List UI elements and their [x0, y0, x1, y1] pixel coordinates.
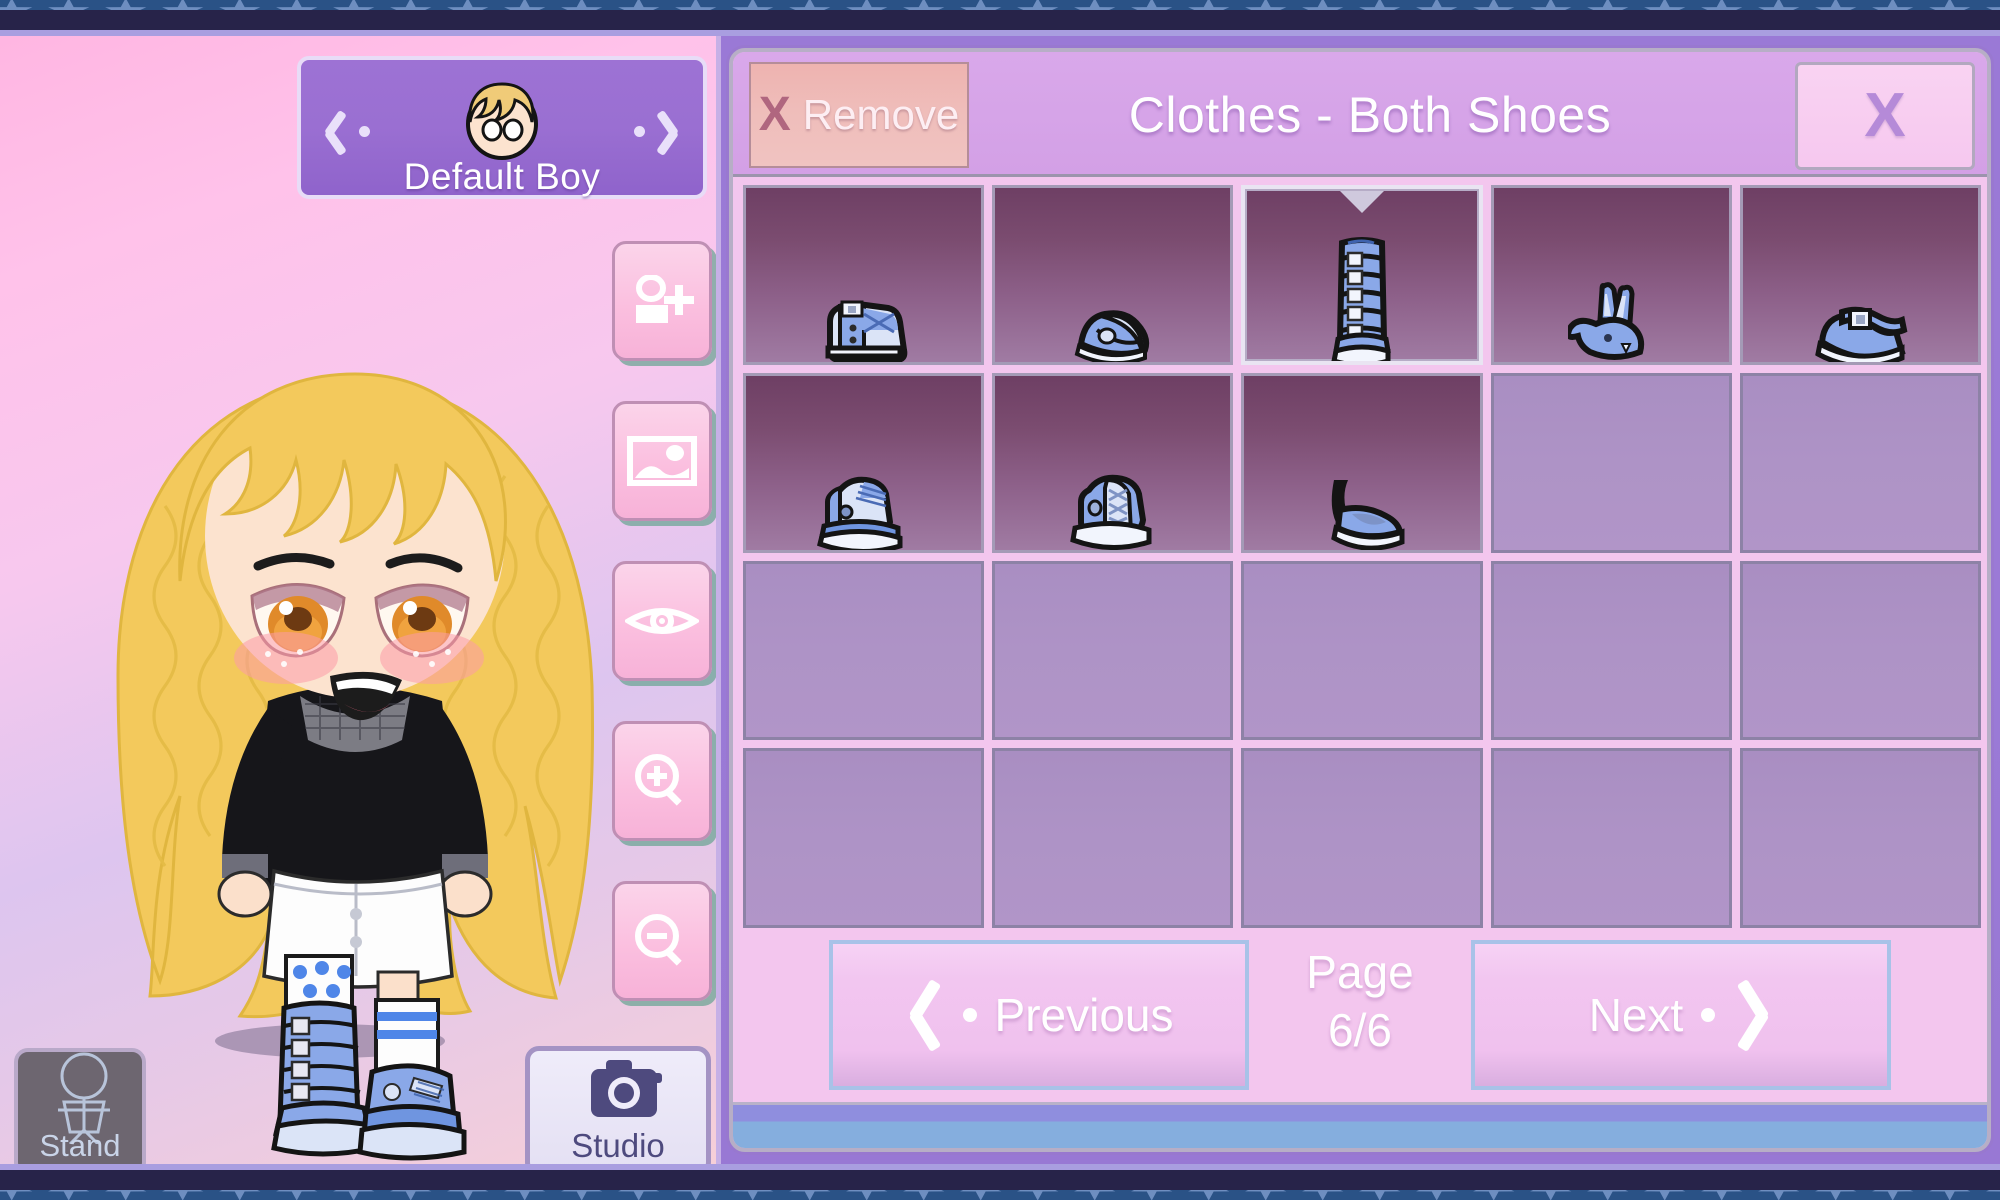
stand-button-label: Stand: [39, 1128, 121, 1163]
person-plus-icon: [615, 244, 709, 358]
magnifier-plus-icon: [615, 724, 709, 838]
chevron-dot: [1701, 1008, 1716, 1022]
selected-indicator-icon: [1339, 191, 1384, 213]
panel-title-bar: X Remove Clothes - Both Shoes X: [733, 52, 1987, 177]
item-cell-empty: [1490, 748, 1732, 928]
preview-eye-button[interactable]: [612, 561, 712, 681]
zoom-out-button[interactable]: [612, 881, 712, 1001]
character-canvas[interactable]: [0, 36, 711, 1164]
item-cell-empty: [1241, 560, 1483, 741]
character-preview-panel: Default Boy Stand Studio: [0, 36, 721, 1164]
item-cell[interactable]: [1241, 372, 1483, 553]
chevron-dot: [634, 126, 645, 137]
character-selector: Default Boy: [297, 56, 707, 199]
bottom-navy-band: [0, 1170, 2000, 1190]
blue-lace-up-sneaker-icon: [995, 464, 1230, 550]
page-title: Clothes - Both Shoes: [1128, 86, 1612, 143]
item-cell-empty: [1241, 748, 1483, 928]
item-cell[interactable]: [1739, 185, 1981, 365]
chevron-dot: [359, 126, 370, 137]
item-cell-empty: [1739, 372, 1981, 553]
remove-button-label: Remove: [802, 91, 960, 138]
right-boot: [357, 998, 467, 1161]
close-button[interactable]: X: [1795, 62, 1975, 170]
app-window: Default Boy Stand Studio X Remove Clothe…: [0, 0, 2000, 1200]
next-page-button[interactable]: Next: [1471, 940, 1891, 1090]
item-cell-empty: [743, 748, 985, 928]
item-grid: [743, 185, 1981, 928]
item-cell-empty: [992, 748, 1234, 928]
chevron-left-icon: [323, 110, 349, 154]
blue-strap-buckle-shoe-icon: [1743, 276, 1978, 362]
background-button[interactable]: [612, 401, 712, 521]
add-character-button[interactable]: [612, 241, 712, 361]
studio-button[interactable]: Studio: [525, 1046, 711, 1164]
item-cell[interactable]: [992, 372, 1234, 553]
item-cell-empty: [1490, 560, 1732, 741]
zoom-in-button[interactable]: [612, 721, 712, 841]
stand-pose-button[interactable]: Stand: [14, 1048, 146, 1164]
item-cell-empty: [1490, 372, 1732, 553]
item-cell-empty: [992, 560, 1234, 741]
remove-x-icon: X: [758, 88, 791, 141]
studio-button-label: Studio: [571, 1127, 665, 1164]
close-icon: X: [1864, 81, 1906, 150]
bottom-lilac-line: [0, 1164, 2000, 1170]
eye-icon: [615, 564, 709, 678]
previous-character-button[interactable]: [323, 102, 393, 162]
blue-mary-jane-flat-icon: [995, 276, 1230, 362]
blue-tall-buckle-boot-icon: [1245, 213, 1478, 361]
item-cell[interactable]: [992, 185, 1234, 365]
chevron-right-icon: [655, 110, 681, 154]
blue-buckle-ankle-boot-icon: [746, 276, 981, 362]
top-navy-band: [0, 10, 2000, 30]
camera-icon: [591, 1060, 662, 1117]
pagination-bar: Previous Page 6/6 Next: [733, 940, 1987, 1090]
stage-background: Default Boy Stand Studio X Remove Clothe…: [0, 36, 2000, 1164]
magnifier-minus-icon: [615, 884, 709, 998]
next-page-label: Next: [1588, 989, 1684, 1041]
item-cell[interactable]: [1490, 185, 1732, 365]
item-cell-empty: [1739, 748, 1981, 928]
remove-button[interactable]: X Remove: [749, 62, 969, 168]
chevron-right-icon: [1733, 979, 1773, 1051]
avatar: [466, 82, 538, 160]
item-picker-panel: X Remove Clothes - Both Shoes X Previous…: [729, 48, 1991, 1152]
panel-bottom-bar: [733, 1102, 1987, 1148]
blue-platform-sneaker-icon: [746, 464, 981, 550]
character-name-label: Default Boy: [403, 156, 601, 197]
item-cell[interactable]: [1241, 185, 1483, 365]
blue-bunny-slipper-icon: [1494, 276, 1729, 362]
blue-ankle-strap-heel-icon: [1244, 464, 1479, 550]
item-cell[interactable]: [743, 372, 985, 553]
item-cell-empty: [1739, 560, 1981, 741]
next-character-button[interactable]: [611, 102, 681, 162]
image-icon: [615, 404, 709, 518]
item-cell-empty: [743, 560, 985, 741]
item-cell[interactable]: [743, 185, 985, 365]
